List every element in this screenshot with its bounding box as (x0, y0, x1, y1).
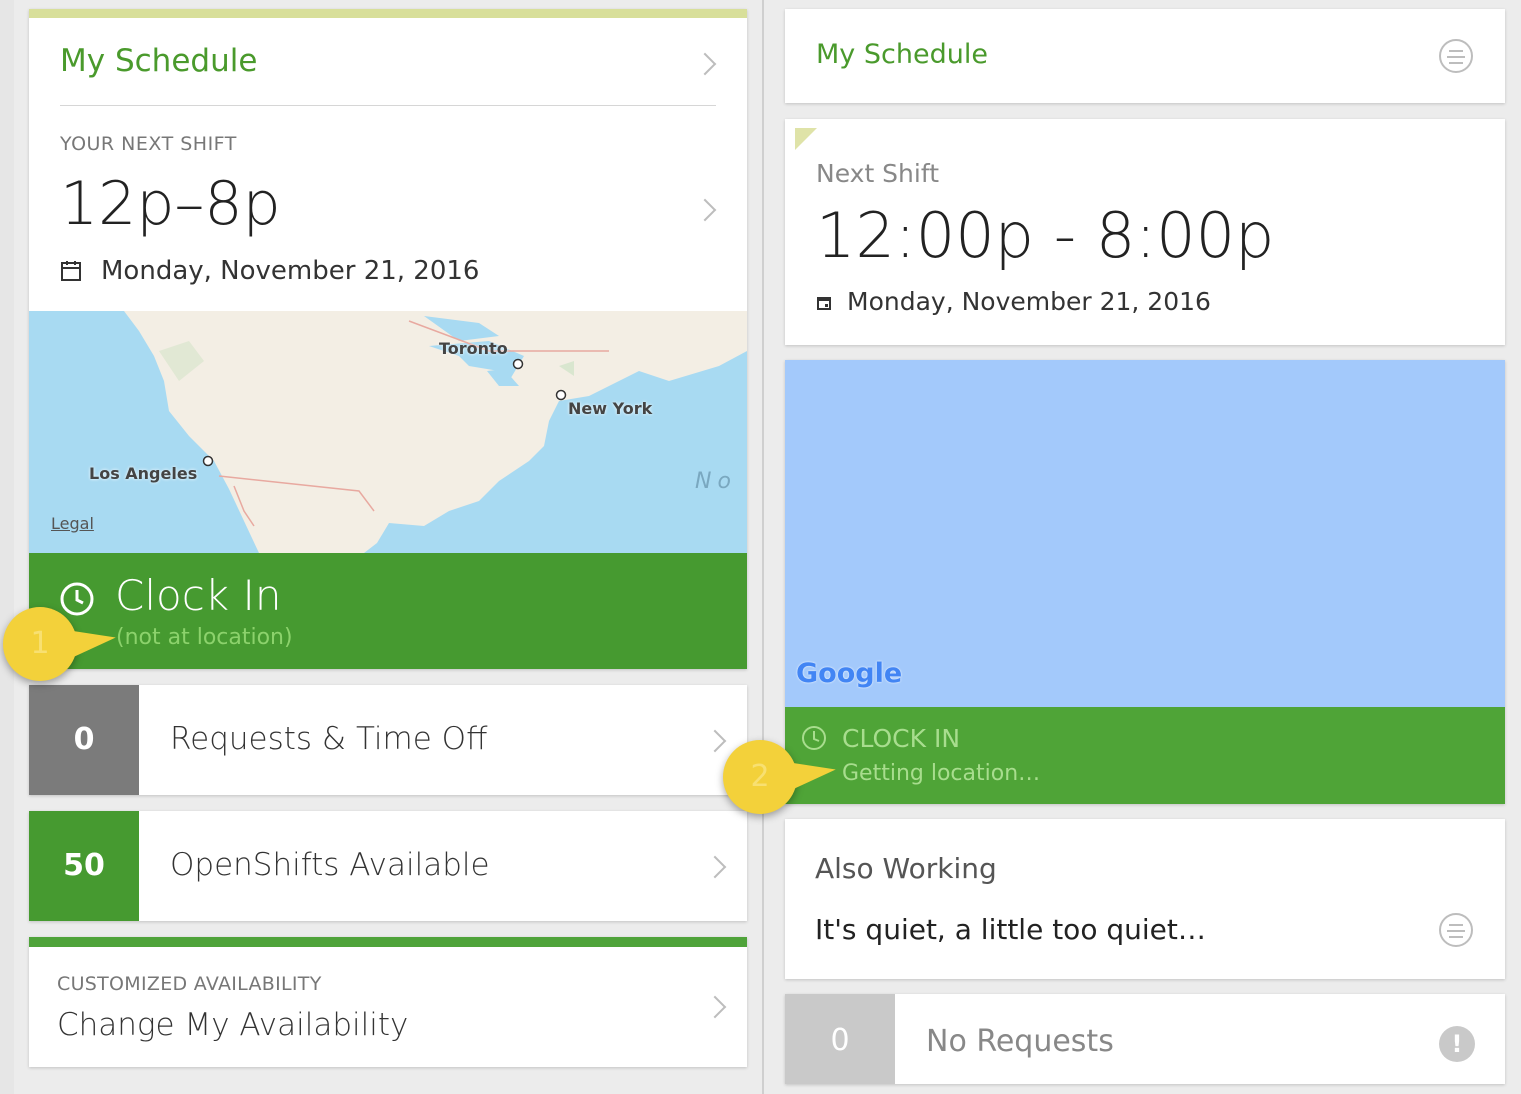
requests-label: Requests & Time Off (170, 721, 488, 757)
map-label-toronto: Toronto (439, 339, 508, 358)
clock-in-status: (not at location) (116, 625, 293, 650)
clock-in-button[interactable]: Clock In (not at location) (29, 553, 747, 669)
calendar-icon (817, 297, 831, 310)
card-top-accent (29, 937, 747, 947)
shift-time[interactable]: 12p–8p (60, 169, 281, 239)
openshifts-label: OpenShifts Available (170, 847, 490, 883)
no-requests-row[interactable]: 0 No Requests ! (785, 994, 1505, 1084)
also-working-card[interactable]: Also Working It's quiet, a little too qu… (785, 819, 1505, 979)
clock-icon (802, 726, 826, 750)
corner-flag (795, 128, 817, 150)
chevron-right-icon[interactable] (693, 52, 717, 76)
divider (60, 105, 716, 106)
map-legal-link[interactable]: Legal (51, 514, 94, 533)
clock-in-label: CLOCK IN (842, 724, 961, 753)
chevron-right-icon (703, 855, 727, 879)
menu-icon[interactable] (1439, 913, 1473, 947)
clock-in-status: Getting location… (842, 761, 1041, 786)
openshifts-row[interactable]: 50 OpenShifts Available (29, 811, 747, 921)
map-label-new-york: New York (568, 399, 653, 418)
right-schedule-header[interactable]: My Schedule (785, 9, 1505, 103)
my-schedule-title: My Schedule (816, 39, 988, 70)
location-map[interactable]: Google (785, 360, 1505, 707)
location-map[interactable]: Toronto New York Los Angeles No Legal (29, 311, 747, 553)
map-land (124, 311, 747, 553)
requests-row[interactable]: 0 Requests & Time Off (29, 685, 747, 795)
shift-date: Monday, November 21, 2016 (847, 287, 1211, 316)
calendar-icon (61, 261, 81, 281)
requests-count-badge: 0 (29, 685, 139, 795)
my-schedule-title[interactable]: My Schedule (60, 43, 257, 79)
clock-in-label: Clock In (115, 571, 282, 620)
right-map-card: Google CLOCK IN Getting location… (785, 360, 1505, 804)
also-working-title: Also Working (815, 852, 997, 885)
next-shift-label: YOUR NEXT SHIFT (60, 133, 237, 155)
left-schedule-card: My Schedule YOUR NEXT SHIFT 12p–8p Monda… (29, 9, 747, 669)
availability-label: Change My Availability (57, 1007, 409, 1043)
also-working-text: It's quiet, a little too quiet… (815, 913, 1206, 946)
google-logo: Google (796, 658, 903, 689)
chevron-right-icon[interactable] (693, 198, 717, 222)
map-ocean-label: No (695, 469, 737, 494)
shift-time: 12:00p - 8:00p (816, 199, 1275, 272)
alert-icon[interactable]: ! (1439, 1026, 1475, 1062)
requests-count-badge: 0 (785, 994, 895, 1084)
chevron-right-icon (703, 995, 727, 1019)
clock-in-button[interactable]: CLOCK IN Getting location… (785, 707, 1505, 804)
openshifts-count-badge: 50 (29, 811, 139, 921)
map-label-los-angeles: Los Angeles (89, 464, 198, 483)
availability-card[interactable]: CUSTOMIZED AVAILABILITY Change My Availa… (29, 937, 747, 1067)
card-top-accent (29, 9, 747, 18)
right-next-shift-card[interactable]: Next Shift 12:00p - 8:00p Monday, Novemb… (785, 119, 1505, 345)
next-shift-label: Next Shift (816, 159, 940, 188)
shift-date: Monday, November 21, 2016 (101, 256, 480, 286)
no-requests-label: No Requests (926, 1024, 1114, 1059)
menu-icon[interactable] (1439, 39, 1473, 73)
availability-caption: CUSTOMIZED AVAILABILITY (57, 973, 322, 995)
